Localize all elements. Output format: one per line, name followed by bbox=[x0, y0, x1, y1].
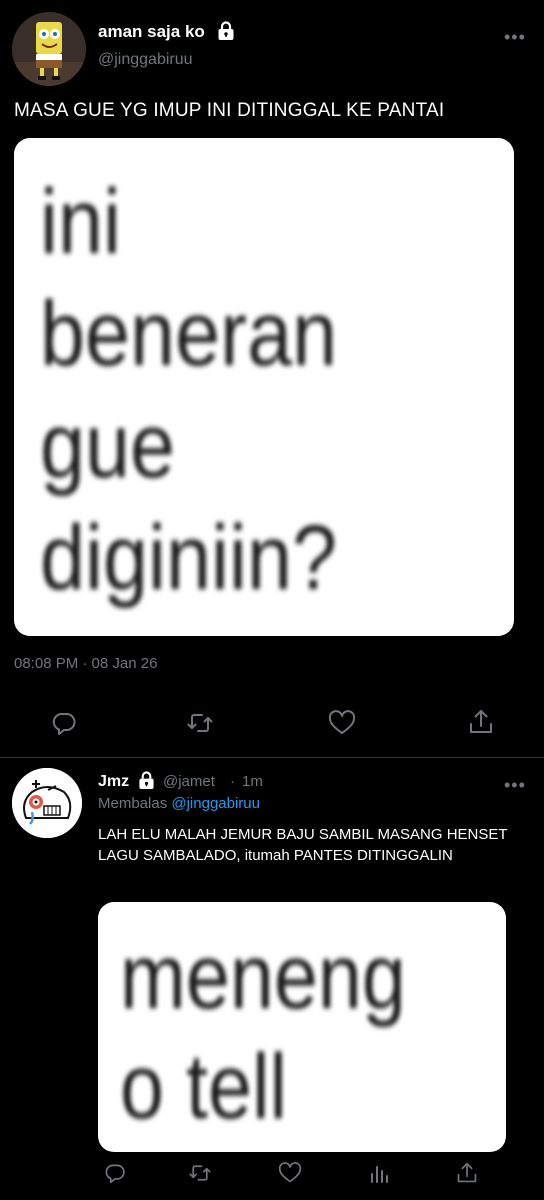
lock-icon bbox=[217, 21, 235, 46]
retweet-icon[interactable] bbox=[186, 710, 214, 741]
like-icon[interactable] bbox=[278, 1162, 302, 1189]
replying-to-handle[interactable]: @jinggabiruu bbox=[171, 795, 260, 812]
reply-icon[interactable] bbox=[104, 1162, 126, 1189]
media-text-line-3: gue bbox=[40, 395, 176, 497]
spongebob-avatar-image bbox=[12, 12, 86, 86]
reply-author-display-name[interactable]: Jmz bbox=[98, 773, 129, 791]
reply-media-image[interactable]: meneng o tell bbox=[98, 902, 506, 1152]
more-options-icon[interactable]: ••• bbox=[504, 776, 526, 794]
divider bbox=[0, 757, 544, 758]
analytics-icon[interactable] bbox=[368, 1162, 390, 1189]
reply-author-avatar[interactable] bbox=[12, 768, 82, 838]
reply-media-text-line-2: o tell bbox=[120, 1036, 288, 1138]
tweet-timestamp[interactable]: 08:08 PM · 08 Jan 26 bbox=[14, 655, 157, 672]
media-text-line-2: beneran bbox=[40, 283, 338, 385]
author-avatar[interactable] bbox=[12, 12, 86, 86]
reply-icon[interactable] bbox=[51, 710, 77, 741]
tweet-text: MASA GUE YG IMUP INI DITINGGAL KE PANTAI bbox=[14, 100, 445, 121]
media-text-line-4: diginiin? bbox=[40, 507, 338, 609]
replying-to-label: Membalas bbox=[98, 795, 168, 812]
reply-time[interactable]: 1m bbox=[242, 773, 263, 790]
replying-to: Membalas @jinggabiruu bbox=[98, 795, 260, 812]
more-options-icon[interactable]: ••• bbox=[504, 28, 526, 46]
tweet-media-image[interactable]: ini beneran gue diginiin? bbox=[14, 138, 514, 636]
reply-text: LAH ELU MALAH JEMUR BAJU SAMBIL MASANG H… bbox=[98, 826, 508, 864]
share-icon[interactable] bbox=[468, 708, 494, 741]
media-text-line-1: ini bbox=[40, 171, 122, 273]
cartoon-avatar-image bbox=[12, 768, 82, 838]
share-icon[interactable] bbox=[456, 1161, 478, 1190]
separator-dot: · bbox=[230, 773, 235, 790]
author-handle[interactable]: @jinggabiruu bbox=[98, 51, 193, 69]
like-icon[interactable] bbox=[328, 710, 356, 741]
reply-media-text-line-1: meneng bbox=[120, 926, 406, 1028]
retweet-icon[interactable] bbox=[188, 1162, 212, 1189]
lock-icon bbox=[138, 771, 155, 795]
reply-author-handle[interactable]: @jamet bbox=[163, 773, 215, 790]
author-display-name[interactable]: aman saja ko bbox=[98, 22, 205, 42]
